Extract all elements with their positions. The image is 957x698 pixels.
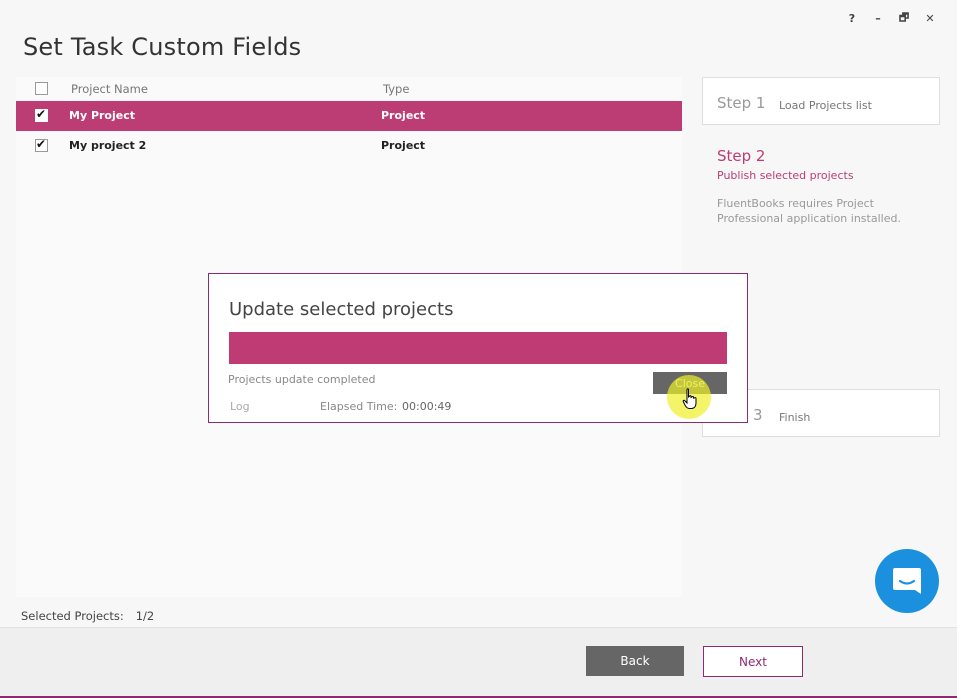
column-header-name[interactable]: Project Name	[71, 82, 148, 96]
dialog-title: Update selected projects	[229, 299, 454, 320]
progress-fill	[229, 332, 727, 364]
update-status: Projects update completed	[228, 373, 376, 386]
step-2: Step 2 Publish selected projects FluentB…	[717, 147, 932, 226]
selected-projects-status: Selected Projects: 1/2	[21, 609, 154, 623]
elapsed-time-value: 00:00:49	[402, 400, 452, 413]
row-checkbox[interactable]	[35, 107, 48, 125]
table-row[interactable]: My project 2 Project	[16, 131, 682, 161]
page-title: Set Task Custom Fields	[23, 33, 302, 61]
close-window-button[interactable]: ✕	[917, 10, 943, 26]
step-1-number: Step 1	[717, 94, 766, 112]
selected-projects-value: 1/2	[135, 609, 155, 623]
checkbox-box	[35, 82, 48, 95]
hand-pointer-icon	[682, 388, 698, 414]
bottom-bar: Back Next	[0, 627, 957, 698]
window-controls: ? – 🗗 ✕	[839, 10, 943, 26]
next-button[interactable]: Next	[703, 646, 803, 677]
project-type: Project	[381, 109, 426, 122]
log-link[interactable]: Log	[230, 400, 250, 413]
chat-bubble-icon[interactable]	[875, 549, 939, 613]
step-1[interactable]: Step 1 Load Projects list	[702, 77, 940, 125]
restore-button[interactable]: 🗗	[891, 10, 917, 26]
step-3-number: 3	[753, 406, 763, 424]
step-2-number: Step 2	[717, 147, 766, 165]
elapsed-time-label: Elapsed Time:	[320, 400, 398, 413]
project-name: My Project	[69, 109, 135, 122]
table-row[interactable]: My Project Project	[16, 101, 682, 131]
row-checkbox[interactable]	[35, 137, 48, 155]
project-name: My project 2	[69, 139, 147, 152]
column-header-type[interactable]: Type	[383, 82, 409, 96]
step-2-label: Publish selected projects	[717, 169, 854, 182]
step-2-note: FluentBooks requires Project Professiona…	[717, 197, 901, 225]
step-1-label: Load Projects list	[779, 99, 872, 112]
list-header: Project Name Type	[16, 77, 682, 101]
step-3-label: Finish	[779, 411, 811, 424]
selected-projects-label: Selected Projects:	[21, 609, 124, 623]
progress-bar	[229, 332, 727, 364]
wizard-steps: Step 1 Load Projects list Step 2 Publish…	[702, 77, 940, 225]
help-button[interactable]: ?	[839, 10, 865, 26]
project-type: Project	[381, 139, 426, 152]
checkbox-box	[35, 137, 48, 152]
back-button[interactable]: Back	[586, 646, 684, 676]
select-all-checkbox[interactable]	[35, 82, 48, 98]
checkbox-box	[35, 107, 48, 122]
minimize-button[interactable]: –	[865, 10, 891, 26]
